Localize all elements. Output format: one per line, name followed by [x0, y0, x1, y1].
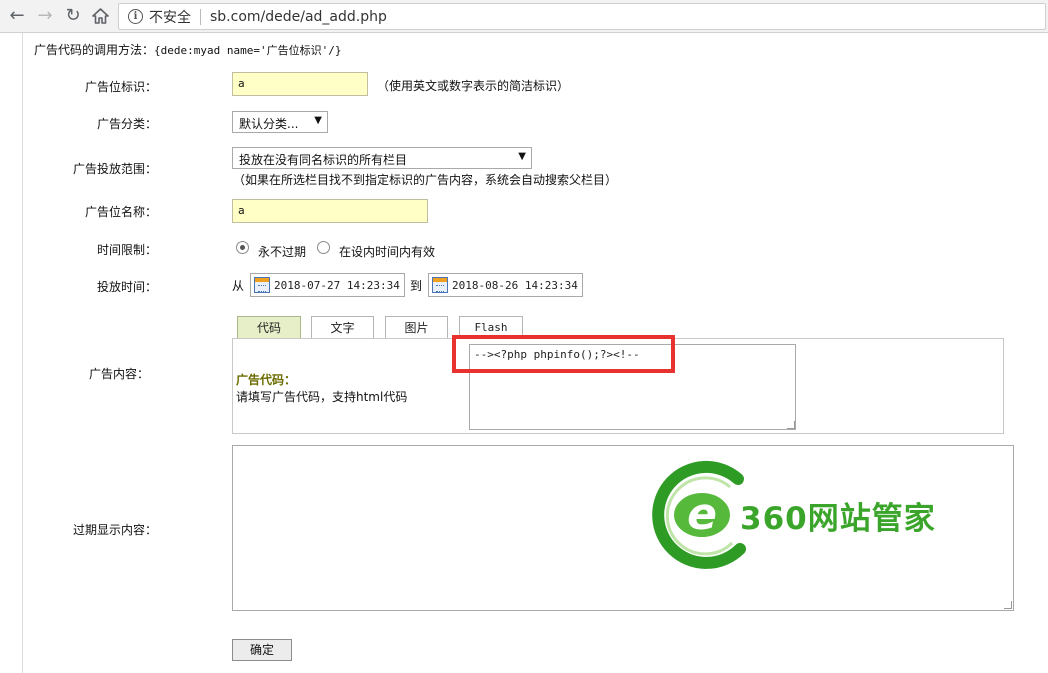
divider [200, 8, 201, 25]
end-date-input[interactable]: 2018-08-26 14:23:34 [428, 273, 583, 297]
time-label: 投放时间： [96, 280, 157, 294]
ad-code-caption: 广告代码： [236, 373, 297, 387]
highlight-box [452, 335, 675, 373]
radio-never-expire-label: 永不过期 [258, 245, 307, 259]
e-logo-icon: e [652, 460, 746, 569]
usage-label: 广告代码的调用方法： [34, 43, 155, 57]
tab-image[interactable]: 图片 [385, 316, 448, 339]
home-icon[interactable] [89, 5, 111, 27]
name-input[interactable]: a [232, 199, 428, 223]
from-label: 从 [232, 279, 245, 293]
end-date-value: 2018-08-26 14:23:34 [452, 278, 578, 292]
start-date-value: 2018-07-27 14:23:34 [274, 278, 400, 292]
dropdown-arrow-icon: ▼ [518, 151, 526, 162]
submit-button[interactable]: 确定 [232, 639, 292, 661]
calendar-icon[interactable] [432, 277, 448, 293]
tag-input[interactable]: a [232, 72, 368, 96]
radio-time-period-label: 在设内时间内有效 [339, 245, 436, 259]
resize-grip-icon[interactable] [1004, 601, 1012, 609]
watermark-text: 360网站管家 [740, 501, 936, 537]
category-select[interactable]: 默认分类... ▼ [232, 111, 328, 133]
content-label: 广告内容： [88, 367, 149, 381]
tab-text[interactable]: 文字 [311, 316, 374, 339]
name-label: 广告位名称： [84, 205, 157, 219]
address-bar[interactable]: i 不安全 sb.com/dede/ad_add.php [118, 3, 1046, 30]
ad-code-hint: 请填写广告代码，支持html代码 [236, 390, 408, 404]
url-text[interactable]: sb.com/dede/ad_add.php [210, 9, 387, 25]
category-selected: 默认分类... [239, 117, 299, 131]
radio-never-expire[interactable] [236, 241, 249, 254]
security-status: 不安全 [149, 9, 191, 26]
tag-label: 广告位标识： [84, 80, 157, 94]
scope-selected: 投放在没有同名标识的所有栏目 [239, 153, 408, 167]
timelimit-label: 时间限制： [96, 243, 157, 257]
back-arrow-icon[interactable]: ← [6, 5, 28, 27]
tab-code[interactable]: 代码 [237, 316, 301, 339]
watermark-logo: e 360网站管家 [650, 457, 950, 573]
category-label: 广告分类： [96, 117, 157, 131]
usage-line: 广告代码的调用方法：{dede:myad name='广告位标识'/} [34, 41, 341, 58]
browser-toolbar: ← → ↻ i 不安全 sb.com/dede/ad_add.php [0, 0, 1048, 33]
scope-select[interactable]: 投放在没有同名标识的所有栏目 ▼ [232, 147, 532, 169]
usage-code: {dede:myad name='广告位标识'/} [154, 44, 342, 57]
svg-text:e: e [687, 489, 717, 540]
calendar-icon[interactable] [254, 277, 270, 293]
dropdown-arrow-icon: ▼ [314, 115, 322, 126]
tag-hint: （使用英文或数字表示的简洁标识） [377, 79, 570, 93]
scope-label: 广告投放范围： [72, 162, 157, 176]
resize-grip-icon[interactable] [787, 421, 795, 429]
radio-time-period[interactable] [317, 241, 330, 254]
start-date-input[interactable]: 2018-07-27 14:23:34 [250, 273, 405, 297]
reload-icon[interactable]: ↻ [62, 5, 84, 27]
expire-label: 过期显示内容： [72, 523, 157, 537]
scope-hint: （如果在所选栏目找不到指定标识的广告内容，系统会自动搜索父栏目） [233, 173, 618, 187]
info-icon[interactable]: i [128, 9, 143, 24]
ad-add-page: 广告代码的调用方法：{dede:myad name='广告位标识'/} 广告位标… [22, 33, 1048, 673]
to-label: 到 [410, 279, 423, 293]
forward-arrow-icon[interactable]: → [34, 5, 56, 27]
